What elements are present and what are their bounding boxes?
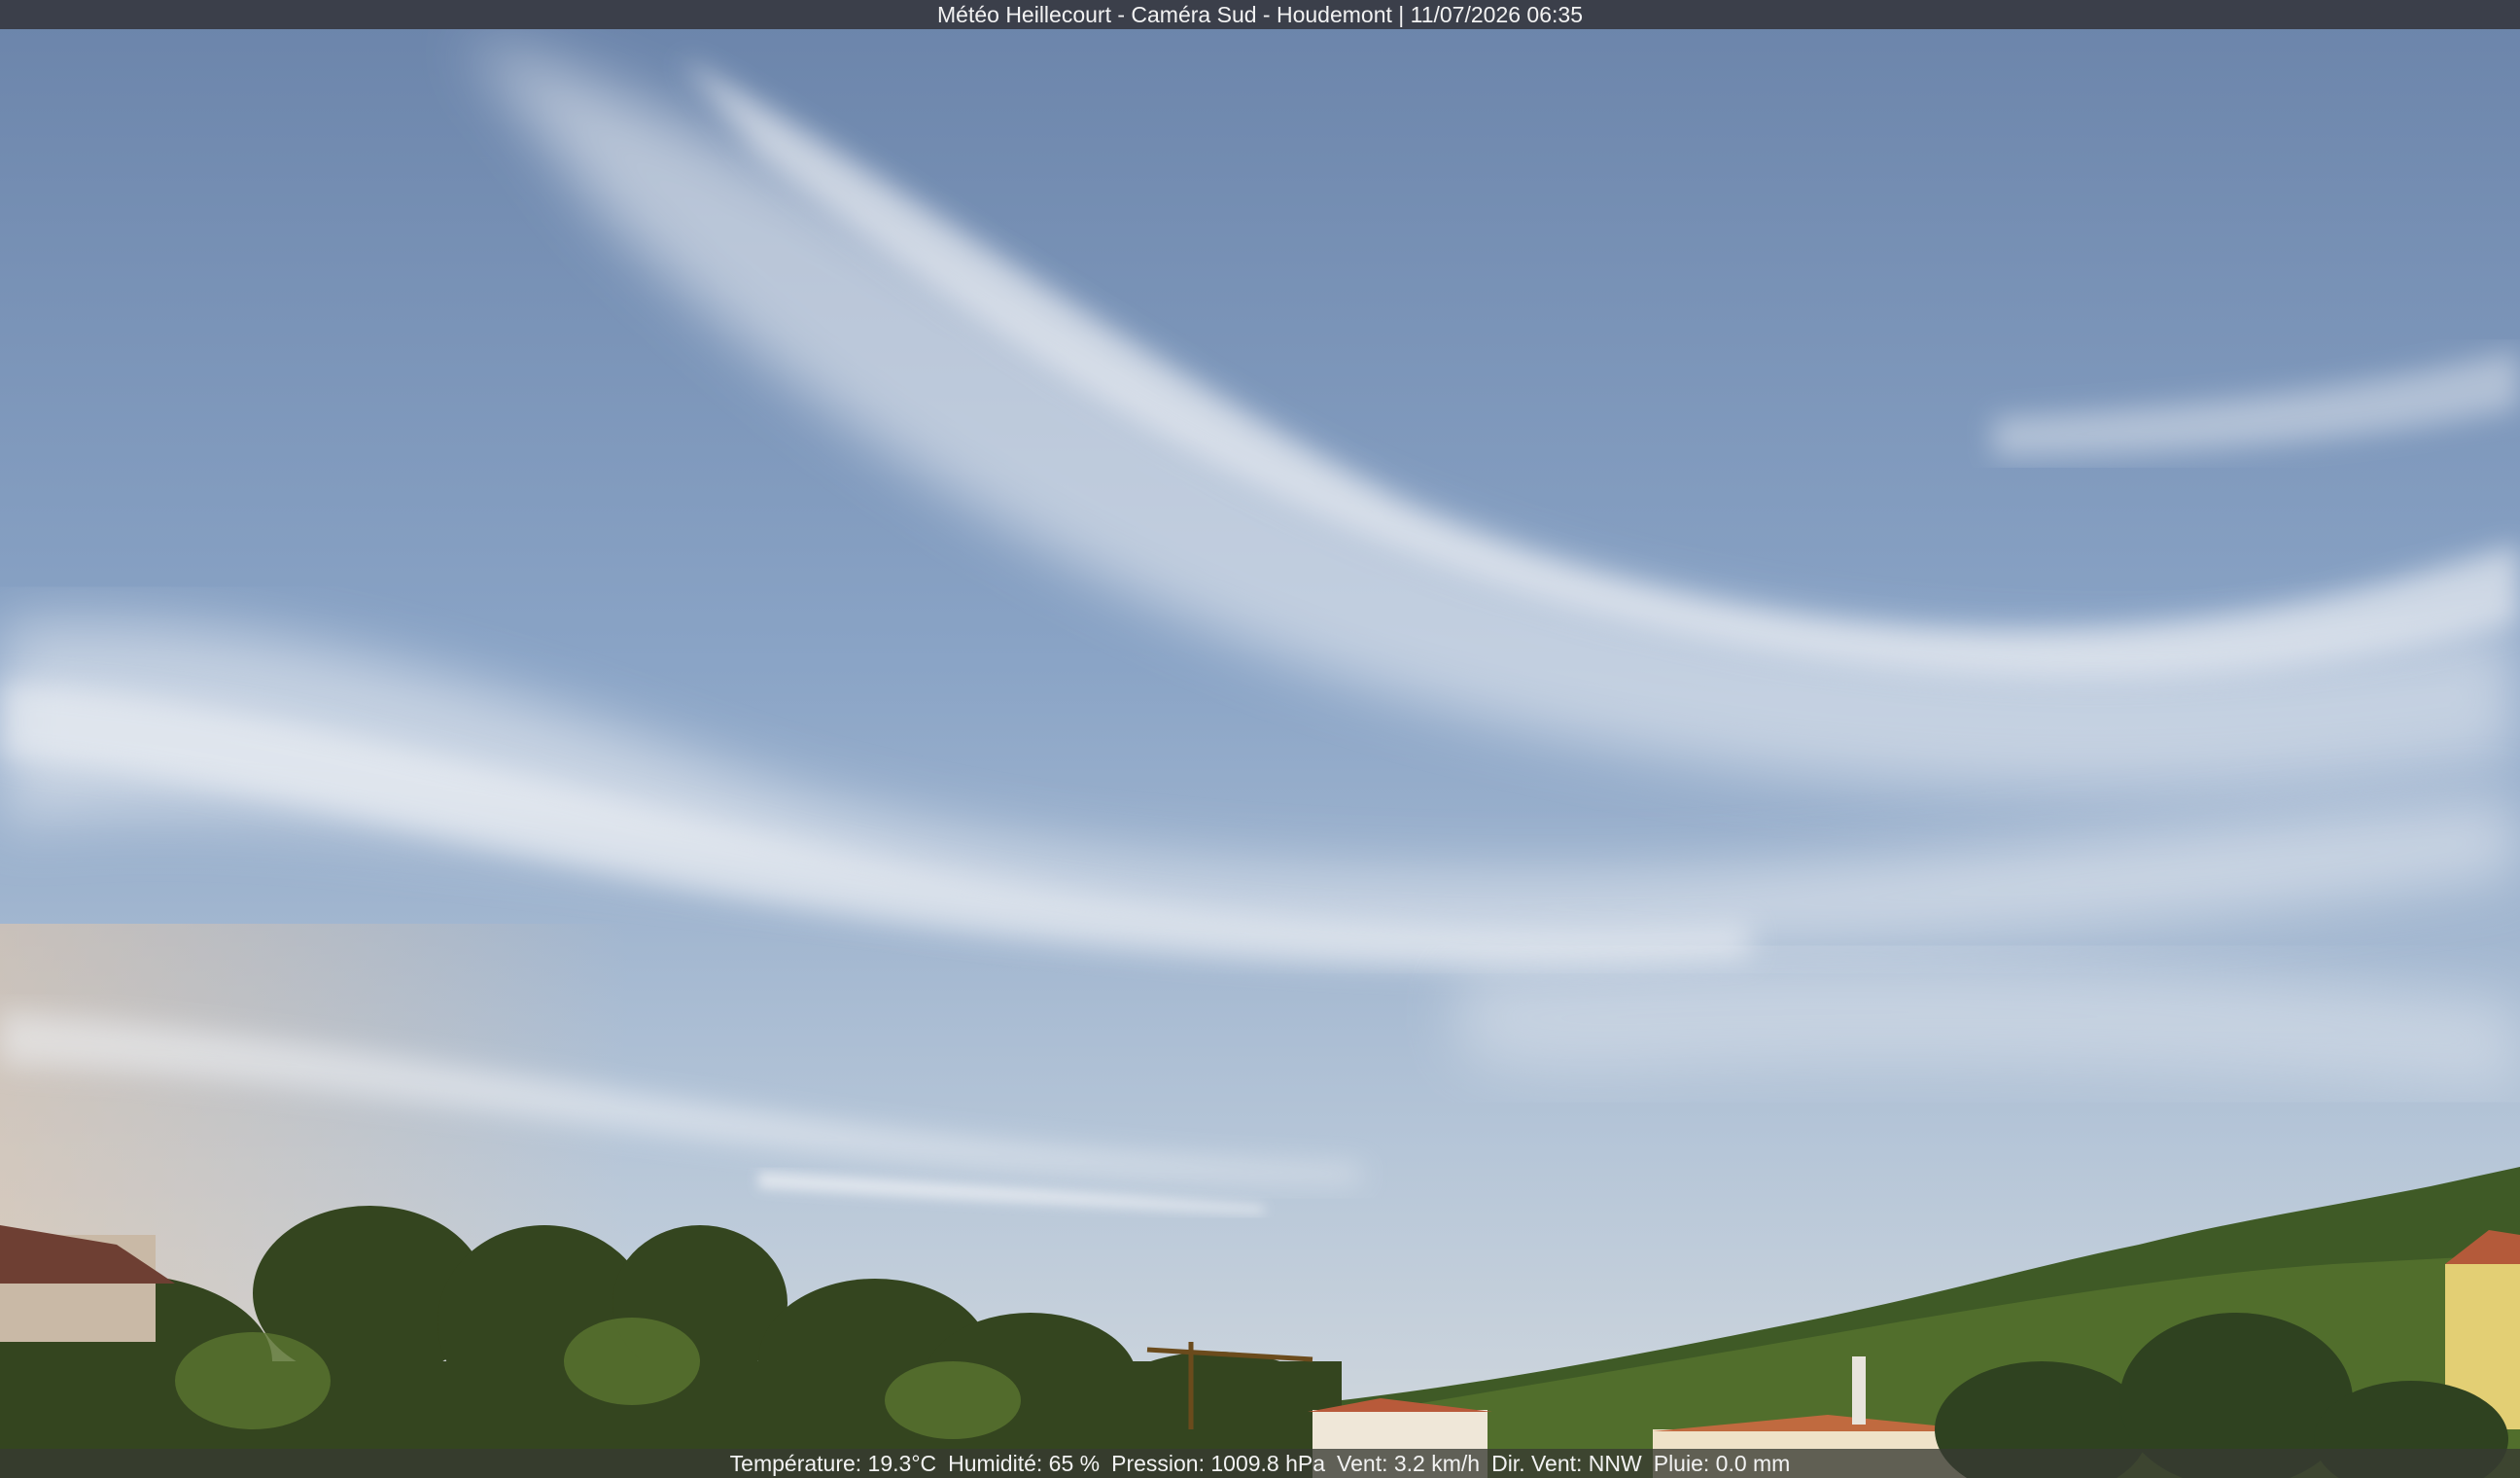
weather-readout-bar: Température: 19.3°C Humidité: 65 % Press… [0,1449,2520,1478]
caption-text: Météo Heillecourt - Caméra Sud - Houdemo… [937,1,1583,27]
webcam-sky-landscape-image [0,0,2520,1478]
humidity-readout: Humidité: 65 % [948,1450,1101,1476]
rain-readout: Pluie: 0.0 mm [1653,1450,1791,1476]
webcam-caption-bar: Météo Heillecourt - Caméra Sud - Houdemo… [0,0,2520,29]
wind-direction-readout: Dir. Vent: NNW [1491,1450,1642,1476]
pressure-readout: Pression: 1009.8 hPa [1111,1450,1326,1476]
temperature-readout: Température: 19.3°C [729,1450,937,1476]
wind-speed-readout: Vent: 3.2 km/h [1337,1450,1481,1476]
webcam-frame: Météo Heillecourt - Caméra Sud - Houdemo… [0,0,2520,1478]
